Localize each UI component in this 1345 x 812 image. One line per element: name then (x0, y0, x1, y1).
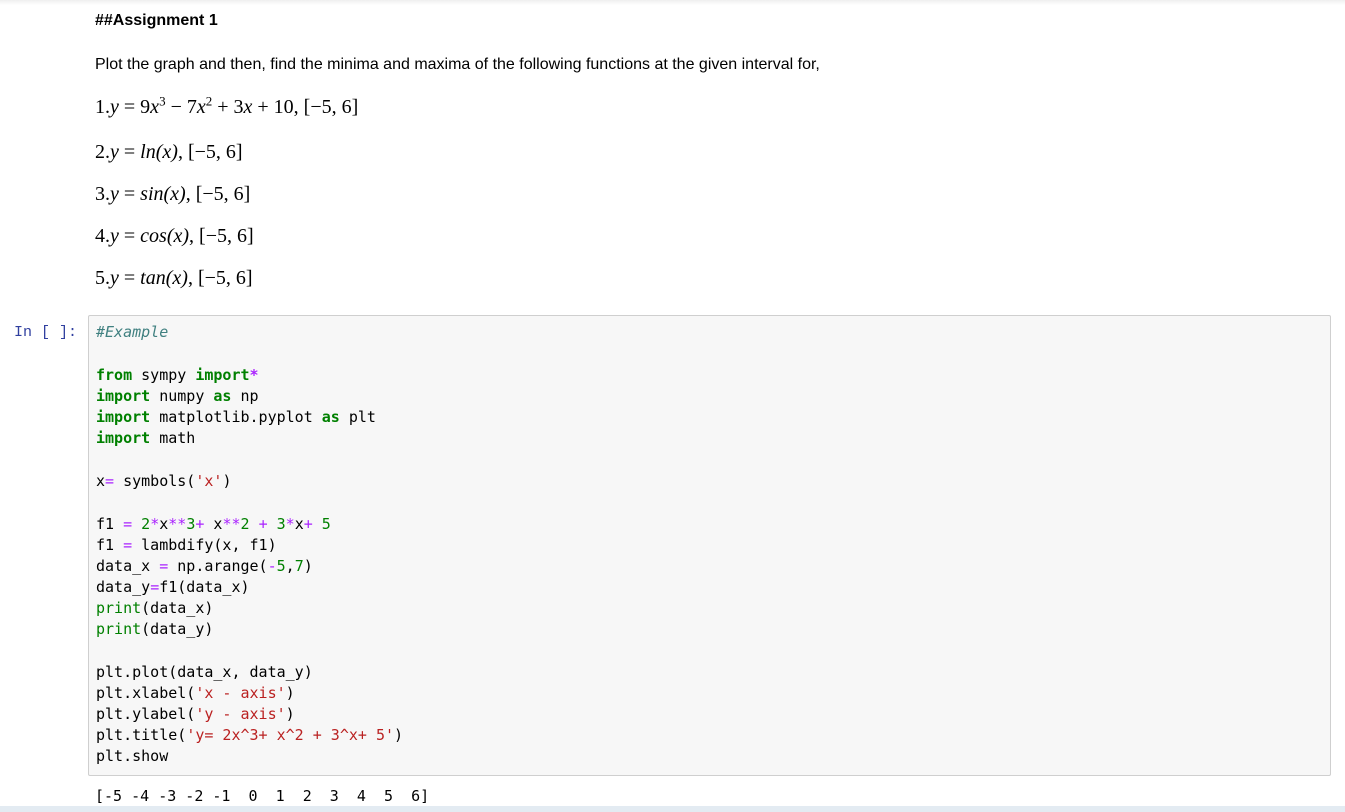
bottom-scroll-edge (0, 806, 1345, 812)
code-line-import-math: import math (96, 429, 196, 447)
function-5: 5.y = tan(x), [−5, 6] (95, 267, 253, 289)
code-line-f1-expression: f1 = 2*x**3+ x**2 + 3*x+ 5 (96, 515, 331, 533)
input-prompt: In [ ]: (14, 324, 78, 341)
top-shadow (0, 0, 1345, 5)
cell-output: [-5 -4 -3 -2 -1 0 1 2 3 4 5 6] (95, 787, 430, 805)
code-line-lambdify: f1 = lambdify(x, f1) (96, 536, 277, 554)
code-line-title: plt.title('y= 2x^3+ x^2 + 3^x+ 5') (96, 726, 404, 744)
code-line-import-matplotlib: import matplotlib.pyplot as plt (96, 408, 376, 426)
code-line-data-y: data_y=f1(data_x) (96, 578, 250, 596)
code-line-print-y: print(data_y) (96, 620, 214, 638)
code-cell-editor[interactable]: #Example from sympy import* import numpy… (88, 315, 1331, 776)
assignment-heading: ##Assignment 1 (95, 12, 218, 29)
code-line-import-sympy: from sympy import* (96, 366, 259, 384)
code-line-print-x: print(data_x) (96, 599, 214, 617)
function-2: 2.y = ln(x), [−5, 6] (95, 141, 243, 163)
function-4: 4.y = cos(x), [−5, 6] (95, 225, 254, 247)
function-3: 3.y = sin(x), [−5, 6] (95, 183, 251, 205)
code-line-ylabel: plt.ylabel('y - axis') (96, 705, 295, 723)
function-1: 1.y = 9x3 − 7x2 + 3x + 10, [−5, 6] (95, 93, 359, 118)
code-line-xlabel: plt.xlabel('x - axis') (96, 684, 295, 702)
code-line-comment: #Example (96, 323, 169, 341)
code-line-import-numpy: import numpy as np (96, 387, 259, 405)
code-line-symbols: x= symbols('x') (96, 472, 232, 490)
code-line-data-x: data_x = np.arange(-5,7) (96, 557, 313, 575)
assignment-instructions: Plot the graph and then, find the minima… (95, 56, 820, 73)
code-line-plot: plt.plot(data_x, data_y) (96, 663, 313, 681)
code-line-show: plt.show (96, 747, 169, 765)
